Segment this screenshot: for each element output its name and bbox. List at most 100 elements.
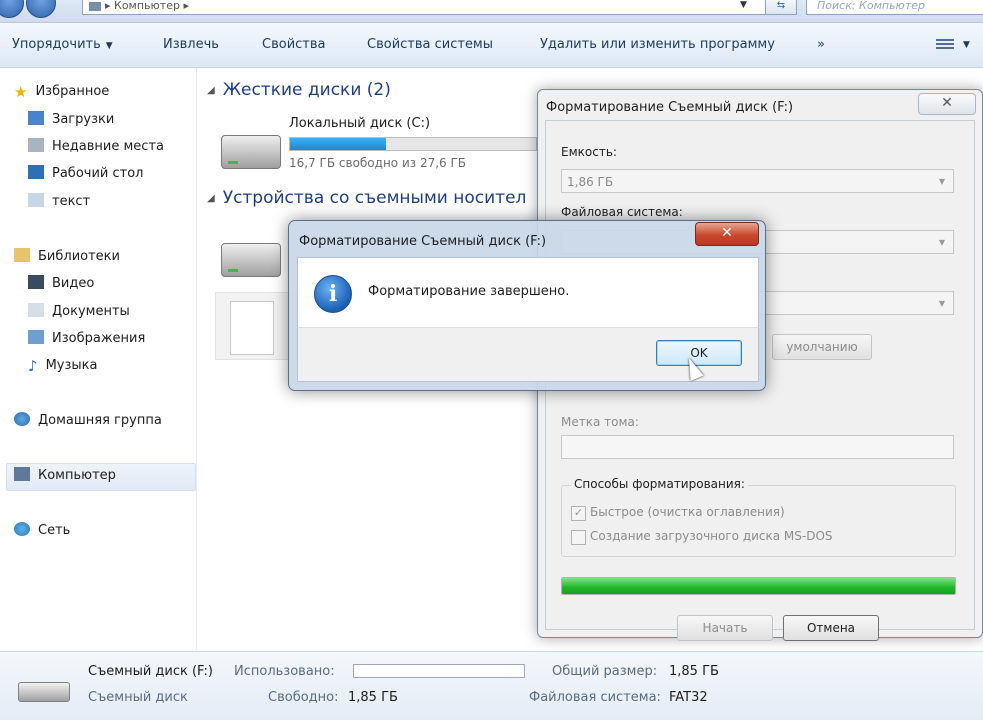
removable-group-header[interactable]: ◢ Устройства со съемными носител	[207, 188, 526, 208]
details-total-value: 1,85 ГБ	[669, 664, 719, 679]
format-options-group	[561, 485, 956, 557]
nav-computer[interactable]: Компьютер	[14, 467, 116, 483]
navigation-pane: ★ Избранное Загрузки Недавние места Рабоч…	[0, 68, 197, 650]
video-icon	[28, 275, 44, 289]
hdd-group-label: Жесткие диски (2)	[222, 80, 391, 100]
document-icon	[230, 301, 274, 355]
removable-drive-icon	[18, 682, 70, 702]
system-properties-button[interactable]: Свойства системы	[367, 37, 493, 52]
hdd-group-header[interactable]: ◢ Жесткие диски (2)	[207, 80, 391, 100]
capacity-select[interactable]: 1,86 ГБ ▼	[561, 169, 954, 193]
nav-downloads[interactable]: Загрузки	[28, 111, 114, 127]
msdos-boot-checkbox[interactable]	[571, 530, 586, 545]
details-pane: Съемный диск (F:) Съемный диск Использов…	[0, 651, 983, 720]
details-fs-label: Файловая система:	[529, 690, 661, 705]
libraries-icon	[14, 248, 30, 262]
details-total-label: Общий размер:	[552, 664, 658, 679]
drive-tile[interactable]	[215, 292, 297, 360]
chevron-down-icon: ▼	[105, 41, 113, 51]
command-bar: Упорядочить ▼ Извлечь Свойства Свойства с…	[0, 23, 983, 68]
eject-button[interactable]: Извлечь	[163, 37, 219, 52]
nav-label: Домашняя группа	[38, 413, 162, 428]
message-box-body: i Форматирование завершено.	[297, 257, 759, 328]
organize-label: Упорядочить	[12, 37, 101, 52]
network-icon	[14, 522, 30, 536]
address-path: ▸ Компьютер ▸	[105, 0, 189, 12]
nav-favorites[interactable]: ★ Избранное	[14, 83, 109, 101]
details-free-label: Свободно:	[268, 690, 339, 705]
view-options-icon[interactable]	[936, 37, 954, 51]
volume-label-label: Метка тома:	[561, 415, 639, 429]
close-icon[interactable]: ✕	[918, 93, 976, 115]
address-field[interactable]: ▸ Компьютер ▸	[82, 0, 770, 15]
nav-documents[interactable]: Документы	[28, 303, 130, 319]
search-input[interactable]: Поиск: Компьютер	[806, 0, 983, 15]
address-bar: ▸ Компьютер ▸ ▼ ⇆ Поиск: Компьютер	[0, 0, 983, 23]
hard-drive-icon	[221, 135, 281, 169]
nav-images[interactable]: Изображения	[28, 330, 145, 346]
close-icon[interactable]: ✕	[695, 222, 759, 246]
msdos-boot-label: Создание загрузочного диска MS-DOS	[590, 529, 833, 543]
nav-recent-places[interactable]: Недавние места	[28, 138, 164, 154]
local-disk-free: 16,7 ГБ свободно из 27,6 ГБ	[289, 156, 467, 170]
format-progress-bar	[561, 577, 956, 595]
details-drive-type: Съемный диск	[88, 690, 188, 705]
nav-label: Недавние места	[52, 139, 164, 154]
local-disk-name[interactable]: Локальный диск (C:)	[289, 116, 430, 131]
nav-label: Компьютер	[38, 468, 116, 483]
details-free-value: 1,85 ГБ	[348, 690, 398, 705]
nav-label: Загрузки	[52, 112, 115, 127]
format-dialog-title: Форматирование Съемный диск (F:)	[546, 100, 794, 115]
info-icon: i	[314, 275, 352, 313]
cancel-button[interactable]: Отмена	[783, 615, 879, 641]
more-commands-button[interactable]: »	[817, 37, 825, 52]
filesystem-label: Файловая система:	[561, 205, 683, 219]
back-button[interactable]	[0, 0, 24, 18]
recent-places-icon	[28, 138, 44, 152]
nav-label: Изображения	[52, 331, 146, 346]
chevron-down-icon: ▼	[938, 177, 945, 186]
start-button[interactable]: Начать	[677, 615, 773, 641]
images-icon	[28, 330, 44, 344]
restore-defaults-button[interactable]: умолчанию	[772, 334, 872, 360]
details-used-bar	[353, 664, 525, 678]
nav-label: Музыка	[45, 358, 98, 373]
quick-format-label: Быстрое (очистка оглавления)	[590, 505, 785, 519]
nav-label: текст	[52, 194, 91, 209]
nav-desktop[interactable]: Рабочий стол	[28, 165, 143, 181]
capacity-value: 1,86 ГБ	[567, 175, 614, 189]
nav-label: Сеть	[38, 523, 71, 538]
nav-libraries[interactable]: Библиотеки	[14, 248, 120, 264]
chevron-down-icon: ▼	[938, 238, 945, 247]
details-fs-value: FAT32	[669, 690, 708, 705]
quick-format-checkbox[interactable]: ✓	[571, 506, 586, 521]
nav-homegroup[interactable]: Домашняя группа	[14, 412, 162, 428]
collapse-triangle-icon: ◢	[207, 193, 215, 204]
nav-text[interactable]: текст	[28, 193, 90, 209]
removable-group-label: Устройства со съемными носител	[222, 188, 527, 208]
local-disk-capacity-fill	[290, 138, 386, 150]
nav-network[interactable]: Сеть	[14, 522, 70, 538]
nav-label: Видео	[52, 276, 95, 291]
nav-music[interactable]: ♪ Музыка	[28, 357, 98, 375]
nav-video[interactable]: Видео	[28, 275, 94, 291]
ok-button[interactable]: OK	[656, 340, 742, 366]
downloads-folder-icon	[28, 111, 44, 125]
capacity-label: Емкость:	[561, 145, 617, 159]
forward-button[interactable]	[26, 0, 56, 18]
chevron-down-icon[interactable]: ▼	[963, 40, 970, 50]
collapse-triangle-icon: ◢	[207, 85, 215, 96]
message-box-title: Форматирование Съемный диск (F:)	[299, 234, 547, 249]
desktop-icon	[28, 165, 44, 179]
message-text: Форматирование завершено.	[368, 284, 570, 299]
properties-button[interactable]: Свойства	[262, 37, 326, 52]
star-icon: ★	[14, 83, 28, 101]
chevron-down-icon[interactable]: ▼	[740, 0, 747, 10]
uninstall-program-button[interactable]: Удалить или изменить программу	[540, 37, 775, 52]
organize-button[interactable]: Упорядочить ▼	[12, 37, 113, 52]
removable-drive-icon[interactable]	[221, 243, 281, 277]
refresh-button[interactable]: ⇆	[765, 0, 797, 15]
computer-icon	[89, 1, 101, 11]
homegroup-icon	[14, 412, 30, 426]
volume-label-input[interactable]	[561, 435, 954, 459]
